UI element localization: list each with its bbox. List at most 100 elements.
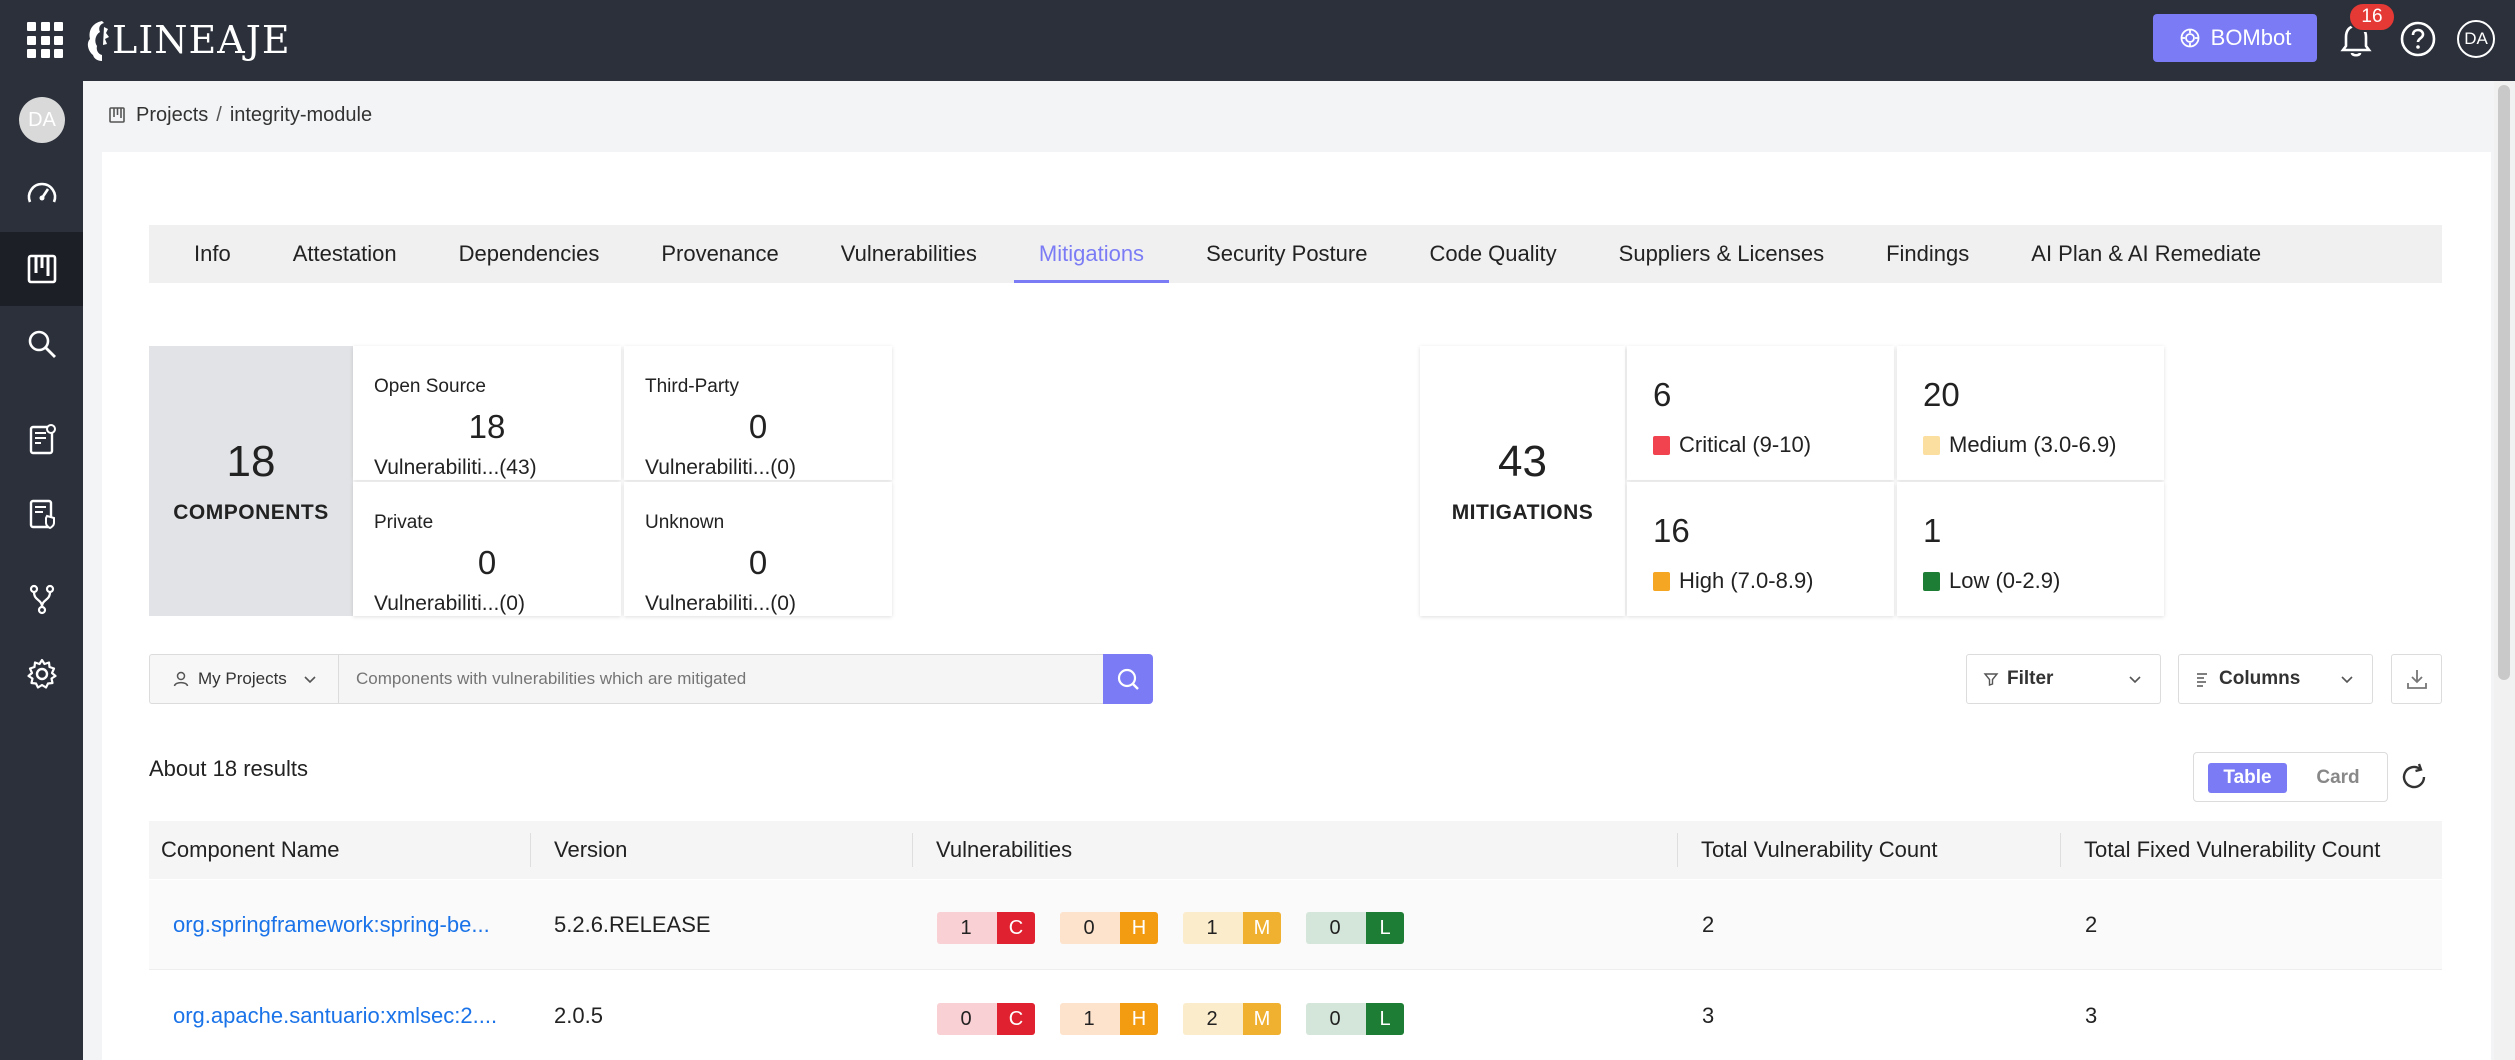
sidebar-item-branches[interactable] (0, 562, 83, 636)
tab-label: Code Quality (1429, 241, 1557, 266)
tab-label: Dependencies (458, 241, 600, 266)
card-vulnerabilities: Vulnerabiliti...(0) (645, 456, 796, 479)
user-avatar-button[interactable]: DA (2457, 20, 2495, 58)
low-letter: L (1366, 912, 1404, 944)
table-view-button[interactable]: Table (2208, 763, 2287, 793)
search-button[interactable] (1103, 654, 1153, 704)
tab-label: AI Plan & AI Remediate (2031, 241, 2262, 266)
fixed-vuln-count: 2 (2085, 912, 2098, 937)
high-letter: H (1120, 912, 1158, 944)
columns-label: Columns (2219, 668, 2301, 689)
column-header-fixed-count[interactable]: Total Fixed Vulnerability Count (2084, 821, 2380, 879)
tab-provenance[interactable]: Provenance (630, 225, 809, 283)
medium-letter: M (1243, 912, 1281, 944)
severity-low-card[interactable]: 1 Low (0-2.9) (1897, 482, 2164, 616)
low-swatch (1923, 571, 1940, 591)
components-label: COMPONENTS (173, 501, 329, 524)
fixed-vuln-count: 3 (2085, 1003, 2098, 1028)
page-scrollbar[interactable] (2494, 81, 2515, 1060)
tab-ai-plan-remediate[interactable]: AI Plan & AI Remediate (2000, 225, 2292, 283)
breadcrumb-projects-link[interactable]: Projects (136, 104, 208, 127)
tab-security-posture[interactable]: Security Posture (1175, 225, 1398, 283)
column-header-vulnerabilities[interactable]: Vulnerabilities (936, 821, 1072, 879)
tab-label: Vulnerabilities (840, 241, 977, 266)
severity-count: 20 (1923, 376, 1960, 413)
column-header-total-count[interactable]: Total Vulnerability Count (1701, 821, 1937, 879)
filter-dropdown[interactable]: Filter (1966, 654, 2161, 704)
sidebar-item-search[interactable] (0, 307, 83, 381)
tab-dependencies[interactable]: Dependencies (428, 225, 631, 283)
tab-suppliers-licenses[interactable]: Suppliers & Licenses (1588, 225, 1855, 283)
tab-code-quality[interactable]: Code Quality (1398, 225, 1587, 283)
chevron-down-icon (2129, 676, 2141, 684)
tab-vulnerabilities[interactable]: Vulnerabilities (810, 225, 1008, 283)
tab-label: Attestation (292, 241, 397, 266)
medium-count: 1 (1183, 912, 1243, 944)
low-count: 0 (1306, 1003, 1366, 1035)
high-letter: H (1120, 1003, 1158, 1035)
report-icon (29, 424, 56, 455)
mitigations-label: MITIGATIONS (1451, 501, 1594, 524)
component-name-link[interactable]: org.springframework:spring-be... (173, 880, 490, 970)
private-card[interactable]: Private 0 Vulnerabiliti...(0) (353, 482, 621, 616)
severity-legend: Medium (3.0-6.9) (1923, 432, 2117, 458)
sidebar-item-projects[interactable] (0, 232, 83, 306)
component-name-link[interactable]: org.apache.santuario:xmlsec:2.... (173, 971, 497, 1060)
project-scope-select[interactable]: My Projects (149, 654, 338, 704)
medium-count: 2 (1183, 1003, 1243, 1035)
column-header-version[interactable]: Version (554, 821, 627, 879)
high-vuln-chip: 0 H (1060, 912, 1158, 944)
gear-icon (26, 658, 57, 689)
sidebar-avatar[interactable]: DA (19, 97, 65, 143)
card-view-button[interactable]: Card (2301, 763, 2375, 793)
tab-attestation[interactable]: Attestation (262, 225, 428, 283)
unknown-card[interactable]: Unknown 0 Vulnerabiliti...(0) (624, 482, 892, 616)
high-count: 1 (1060, 1003, 1120, 1035)
severity-legend: Critical (9-10) (1653, 432, 1811, 458)
open-source-card[interactable]: Open Source 18 Vulnerabiliti...(43) (353, 346, 621, 480)
tab-findings[interactable]: Findings (1855, 225, 2000, 283)
download-icon (2406, 670, 2427, 689)
sidebar-nav: DA (0, 81, 83, 1060)
sidebar-item-policies[interactable] (0, 477, 83, 551)
sidebar-item-settings[interactable] (0, 637, 83, 711)
severity-medium-card[interactable]: 20 Medium (3.0-6.9) (1897, 346, 2164, 480)
tab-info[interactable]: Info (149, 225, 262, 283)
sidebar-item-reports[interactable] (0, 402, 83, 476)
search-icon (1117, 668, 1139, 690)
medium-swatch (1923, 435, 1940, 455)
card-count: 0 (748, 544, 768, 581)
severity-label: Low (0-2.9) (1949, 568, 2061, 593)
severity-high-card[interactable]: 16 High (7.0-8.9) (1627, 482, 1894, 616)
search-input[interactable] (338, 654, 1104, 704)
lineaje-logo[interactable]: LINEAJE (84, 12, 291, 68)
severity-critical-card[interactable]: 6 Critical (9-10) (1627, 346, 1894, 480)
bombot-button[interactable]: BOMbot (2153, 14, 2317, 62)
severity-legend: Low (0-2.9) (1923, 568, 2060, 594)
medium-letter: M (1243, 1003, 1281, 1035)
tab-label: Findings (1886, 241, 1970, 266)
chevron-down-icon (2341, 676, 2353, 684)
third-party-card[interactable]: Third-Party 0 Vulnerabiliti...(0) (624, 346, 892, 480)
medium-vuln-chip: 2 M (1183, 1003, 1281, 1035)
card-title: Unknown (645, 512, 725, 533)
sidebar-item-dashboard[interactable] (0, 157, 83, 231)
help-icon[interactable] (2399, 20, 2437, 58)
low-count: 0 (1306, 912, 1366, 944)
bombot-label: BOMbot (2210, 25, 2292, 50)
results-count: About 18 results (149, 756, 308, 781)
column-header-component[interactable]: Component Name (161, 821, 340, 879)
card-count: 0 (748, 408, 768, 445)
refresh-icon[interactable] (2398, 761, 2430, 793)
scrollbar-thumb[interactable] (2498, 85, 2510, 680)
high-count: 0 (1060, 912, 1120, 944)
column-divider (912, 833, 913, 867)
card-title: Third-Party (645, 376, 739, 397)
notification-badge[interactable]: 16 (2348, 2, 2396, 32)
apps-grid-icon[interactable] (27, 22, 63, 58)
bot-icon (2180, 28, 2200, 48)
project-tabs: Info Attestation Dependencies Provenance… (149, 225, 2442, 283)
tab-mitigations[interactable]: Mitigations (1008, 225, 1175, 283)
columns-dropdown[interactable]: Columns (2178, 654, 2373, 704)
download-button[interactable] (2391, 654, 2442, 704)
